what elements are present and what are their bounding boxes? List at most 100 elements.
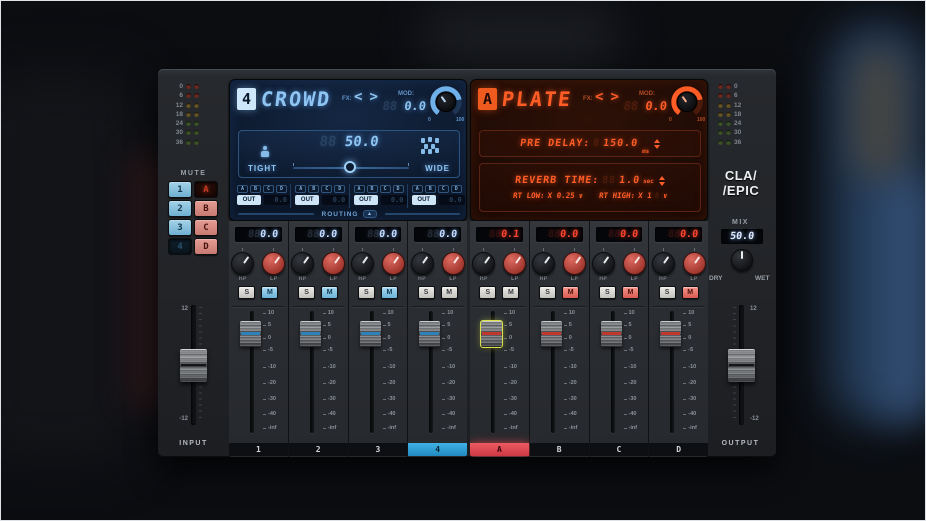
rt-low-dropdown[interactable]: RT LOW: X 0.25 ∨ — [512, 191, 583, 200]
routing-bus-a-button[interactable]: A — [295, 185, 306, 193]
strip-gain-display[interactable]: 880.0 — [414, 227, 461, 242]
routing-bus-d-button[interactable]: D — [334, 185, 345, 193]
routing-send-value[interactable]: 0.0 — [322, 195, 348, 205]
rt-high-dropdown[interactable]: RT HIGH: X 1 8 ∨ — [598, 191, 668, 200]
solo-button[interactable]: S — [539, 286, 556, 299]
solo-button[interactable]: S — [358, 286, 375, 299]
mute-button-b[interactable]: B — [194, 200, 218, 217]
strip-gain-display[interactable]: 880.0 — [596, 227, 643, 242]
lp-knob[interactable] — [683, 252, 706, 275]
hp-knob[interactable] — [291, 252, 314, 275]
solo-button[interactable]: S — [298, 286, 315, 299]
routing-bus-a-button[interactable]: A — [354, 185, 365, 193]
mod-knob[interactable] — [430, 86, 462, 118]
routing-bus-c-button[interactable]: C — [380, 185, 391, 193]
routing-out-button[interactable]: OUT — [412, 195, 436, 205]
strip-select-label[interactable]: 3 — [349, 443, 408, 456]
routing-out-button[interactable]: OUT — [295, 195, 319, 205]
fx-prev-button[interactable]: < — [595, 89, 603, 105]
solo-button[interactable]: S — [599, 286, 616, 299]
mute-button-1[interactable]: 1 — [168, 181, 192, 198]
lp-knob[interactable] — [382, 252, 405, 275]
channel-number-badge[interactable]: 4 — [237, 88, 256, 110]
routing-out-button[interactable]: OUT — [354, 195, 378, 205]
mod-value[interactable]: 88 0.0 — [369, 99, 427, 113]
mute-button-2[interactable]: 2 — [168, 200, 192, 217]
hp-knob[interactable] — [351, 252, 374, 275]
fader-cap[interactable] — [360, 321, 381, 347]
strip-gain-display[interactable]: 880.0 — [355, 227, 402, 242]
strip-mute-button[interactable]: M — [622, 286, 639, 299]
mix-knob[interactable] — [731, 249, 753, 271]
hp-knob[interactable] — [592, 252, 615, 275]
output-fader-cap[interactable] — [728, 349, 755, 382]
hp-knob[interactable] — [231, 252, 254, 275]
lp-knob[interactable] — [322, 252, 345, 275]
routing-bus-c-button[interactable]: C — [321, 185, 332, 193]
strip-mute-button[interactable]: M — [441, 286, 458, 299]
strip-mute-button[interactable]: M — [502, 286, 519, 299]
mute-button-3[interactable]: 3 — [168, 219, 192, 236]
routing-bus-d-button[interactable]: D — [276, 185, 287, 193]
fader-cap[interactable] — [419, 321, 440, 347]
routing-bus-b-button[interactable]: B — [425, 185, 436, 193]
strip-select-label[interactable]: D — [649, 443, 708, 456]
routing-send-value[interactable]: 0.0 — [381, 195, 407, 205]
routing-bus-b-button[interactable]: B — [308, 185, 319, 193]
strip-select-label-active[interactable]: 4 — [408, 443, 467, 456]
routing-bus-c-button[interactable]: C — [438, 185, 449, 193]
strip-select-label[interactable]: 1 — [229, 443, 288, 456]
lp-knob[interactable] — [563, 252, 586, 275]
strip-gain-display[interactable]: 880.0 — [536, 227, 583, 242]
strip-gain-display[interactable]: 880.0 — [235, 227, 282, 242]
width-slider-track[interactable] — [293, 167, 409, 169]
solo-button[interactable]: S — [659, 286, 676, 299]
fader-cap[interactable] — [541, 321, 562, 347]
fader-cap-selected[interactable] — [481, 321, 502, 347]
routing-collapse-button[interactable]: ▲ — [363, 210, 377, 218]
pre-delay-value[interactable]: 150.0 — [603, 138, 639, 149]
mod-knob[interactable] — [671, 86, 703, 118]
routing-bus-a-button[interactable]: A — [412, 185, 423, 193]
stepper-icon[interactable] — [659, 176, 665, 186]
mod-value[interactable]: 88 0.0 — [610, 99, 668, 113]
hp-knob[interactable] — [411, 252, 434, 275]
routing-bus-b-button[interactable]: B — [250, 185, 261, 193]
routing-send-value[interactable]: 0.0 — [264, 195, 290, 205]
mute-button-d[interactable]: D — [194, 238, 218, 255]
routing-send-value[interactable]: 0.0 — [439, 195, 465, 205]
strip-gain-display[interactable]: 880.0 — [295, 227, 342, 242]
mute-button-4[interactable]: 4 — [168, 238, 192, 255]
strip-gain-display[interactable]: 880.1 — [476, 227, 523, 242]
strip-select-label-active[interactable]: A — [470, 443, 529, 456]
mute-button-a[interactable]: A — [194, 181, 218, 198]
reverb-bus-badge[interactable]: A — [478, 88, 497, 110]
reverb-time-value[interactable]: 1.0 — [619, 175, 641, 186]
routing-bus-d-button[interactable]: D — [451, 185, 462, 193]
fader-cap[interactable] — [300, 321, 321, 347]
fader-cap[interactable] — [240, 321, 261, 347]
width-slider-handle[interactable] — [344, 161, 356, 173]
lp-knob[interactable] — [442, 252, 465, 275]
mix-value-display[interactable]: 50.0 — [721, 229, 763, 244]
routing-bus-d-button[interactable]: D — [393, 185, 404, 193]
stepper-icon[interactable] — [654, 139, 660, 149]
solo-button[interactable]: S — [479, 286, 496, 299]
solo-button[interactable]: S — [238, 286, 255, 299]
strip-mute-button[interactable]: M — [381, 286, 398, 299]
lp-knob[interactable] — [623, 252, 646, 275]
hp-knob[interactable] — [532, 252, 555, 275]
lp-knob[interactable] — [262, 252, 285, 275]
strip-mute-button[interactable]: M — [562, 286, 579, 299]
hp-knob[interactable] — [652, 252, 675, 275]
strip-mute-button[interactable]: M — [261, 286, 278, 299]
fader-cap[interactable] — [601, 321, 622, 347]
fader-cap[interactable] — [660, 321, 681, 347]
routing-bus-b-button[interactable]: B — [367, 185, 378, 193]
fx-prev-button[interactable]: < — [354, 89, 362, 105]
strip-mute-button[interactable]: M — [321, 286, 338, 299]
solo-button[interactable]: S — [418, 286, 435, 299]
hp-knob[interactable] — [472, 252, 495, 275]
strip-select-label[interactable]: 2 — [289, 443, 348, 456]
routing-bus-a-button[interactable]: A — [237, 185, 248, 193]
